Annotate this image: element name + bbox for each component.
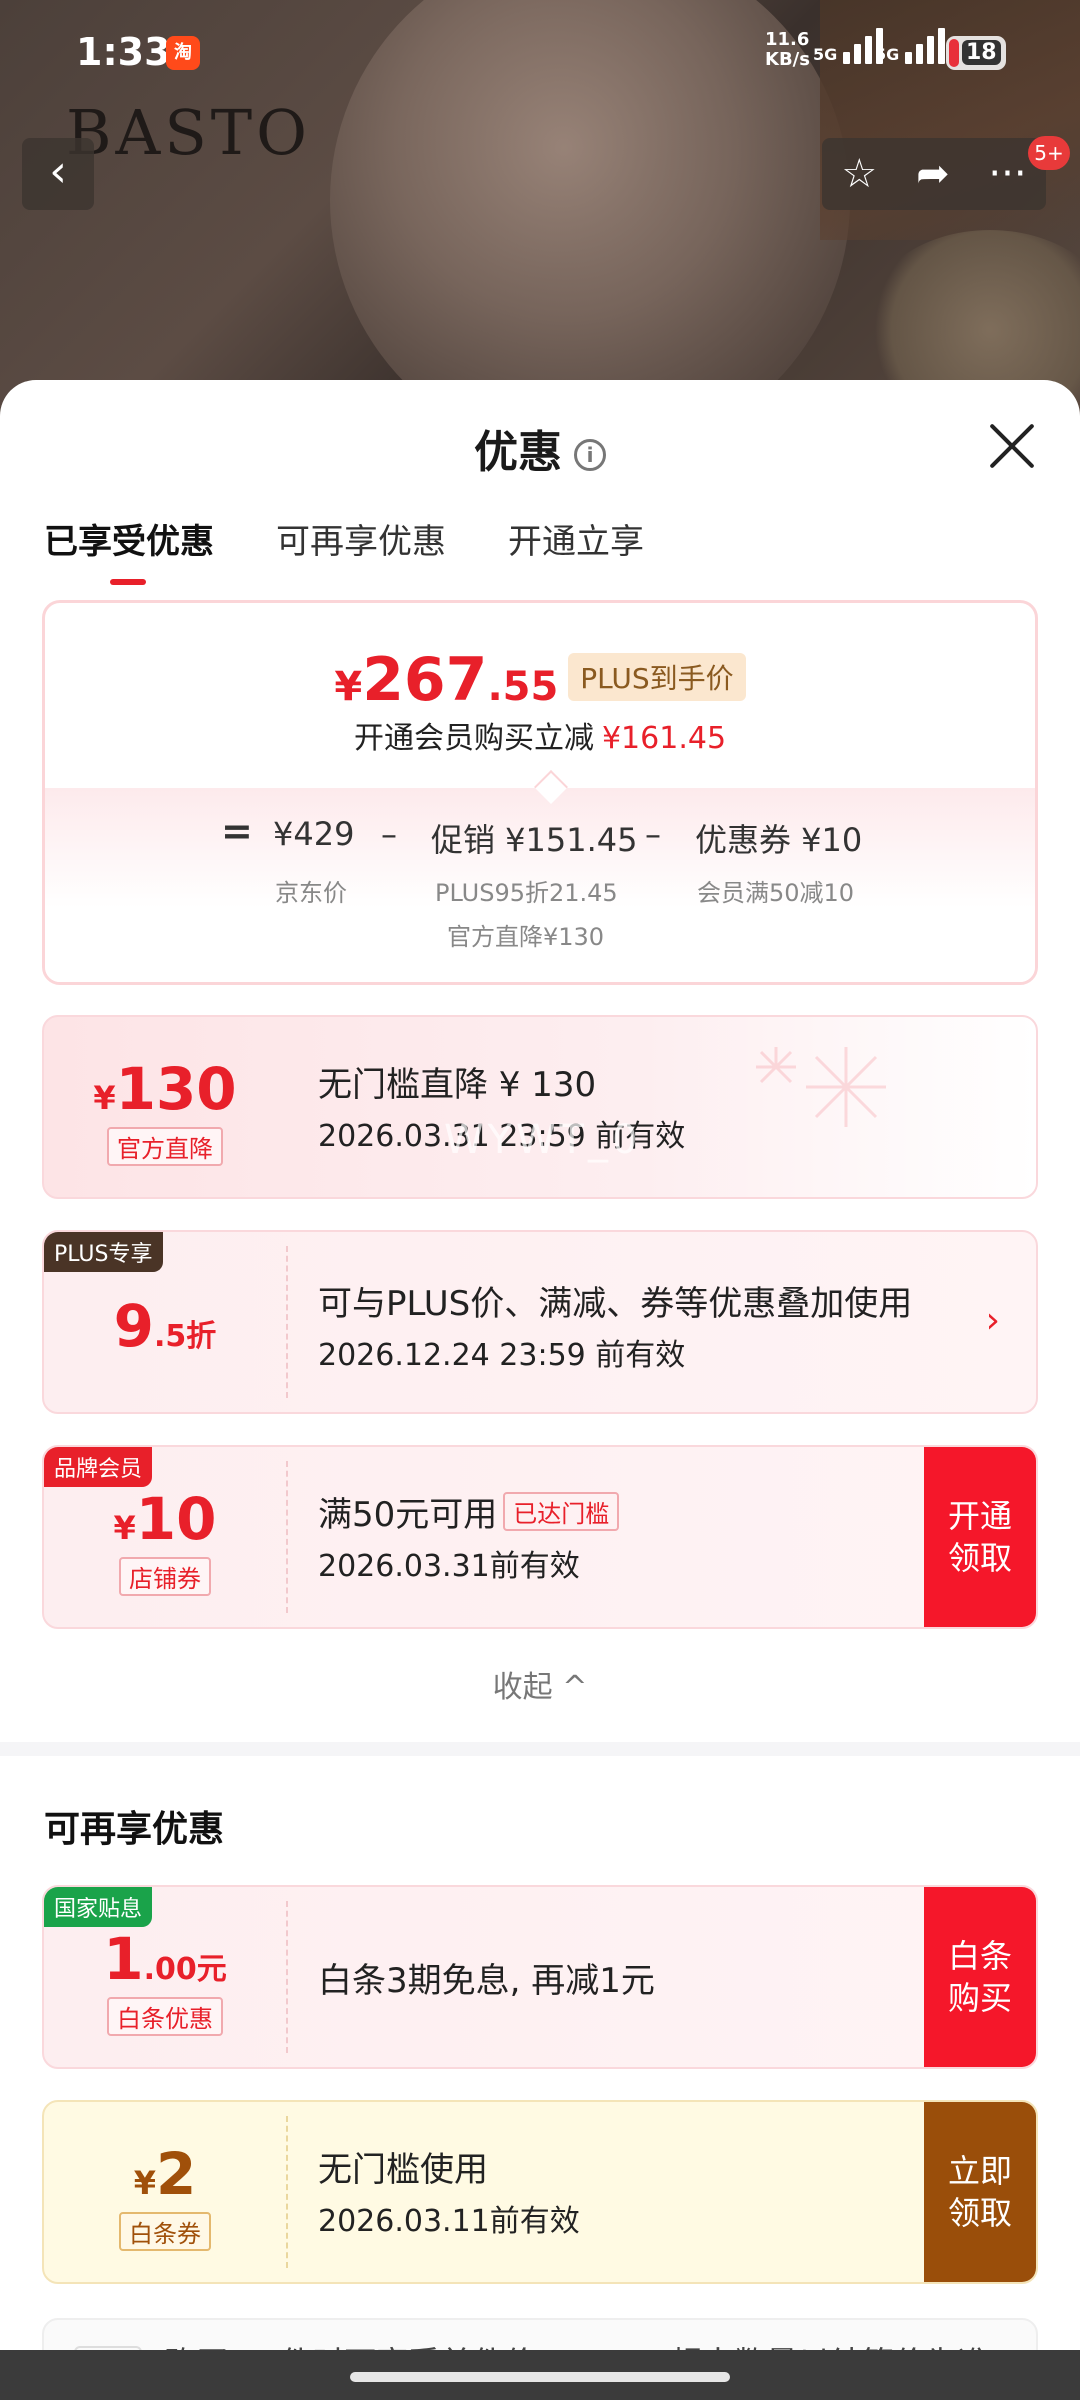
coupon-value: ¥130 官方直降	[44, 1017, 286, 1197]
coupon-title: 可与PLUS价、满减、券等优惠叠加使用	[318, 1284, 913, 1324]
coupon-type-tag: 官方直降	[107, 1127, 223, 1166]
minus-sign: –	[381, 815, 397, 853]
tab-enjoyed[interactable]: 已享受优惠	[44, 514, 214, 585]
info-icon[interactable]: i	[574, 439, 606, 471]
coupon-expiry: 2026.03.31前有效	[318, 1549, 580, 1584]
collapse-button[interactable]: 收起 ^	[0, 1662, 1080, 1706]
battery-level: 18	[962, 40, 1001, 65]
coupon-value: 9.5折	[44, 1232, 286, 1412]
more-icon[interactable]: ···	[988, 154, 1026, 194]
chevron-right-icon: ›	[985, 1300, 1000, 1341]
star-icon[interactable]: ☆	[841, 154, 877, 194]
price-summary-card: ¥267.55 PLUS到手价 开通会员购买立减 ¥161.45 = ¥429 京东…	[42, 600, 1038, 985]
coupon-title: 无门槛直降 ¥ 130	[318, 1065, 597, 1105]
sheet-title: 优惠	[474, 427, 562, 478]
promo-official-cut: 官方直降¥130	[447, 923, 605, 951]
store-coupon-card: 品牌会员 ¥10 店铺券 满50元可用 已达门槛 2026.03.31前有效 开通…	[42, 1445, 1038, 1629]
network-speed-unit: KB/s	[765, 49, 810, 70]
coupon-type-tag: 店铺券	[119, 1557, 211, 1596]
savings-amount: ¥161.45	[601, 721, 727, 756]
tab-more-available[interactable]: 可再享优惠	[276, 514, 446, 563]
watermark-text: WYWT_0	[444, 1117, 642, 1163]
discount-sheet: 优惠 i 已享受优惠 可再享优惠 开通立享 ¥267.55 PLUS到手价 开通会员…	[0, 380, 1080, 2400]
coupon-title: 满50元可用 已达门槛	[318, 1487, 620, 1536]
plus-price-badge: PLUS到手价	[568, 653, 746, 701]
coupon-divider	[286, 1246, 288, 1398]
coupon-amount: 1.00元	[103, 1925, 227, 1993]
taobao-app-icon: 淘	[166, 36, 200, 70]
coupon-expiry: 2026.03.11前有效	[318, 2204, 580, 2239]
sheet-header: 优惠 i	[0, 416, 1080, 480]
coupon-divider	[286, 2116, 288, 2268]
official-discount-card: ¥130 官方直降 无门槛直降 ¥ 130 2026.03.31 23:59 前…	[42, 1015, 1038, 1199]
signal-1: 5G	[813, 28, 883, 64]
signal-2-label: 5G	[875, 45, 900, 64]
coupon-value: 1.00元 白条优惠	[44, 1887, 286, 2067]
coupon-amount: ¥130	[93, 1055, 237, 1123]
minus-sign: –	[645, 815, 661, 853]
coupon-type-tag: 白条优惠	[107, 1997, 223, 2036]
network-speed-value: 11.6	[765, 29, 810, 50]
product-actions: ☆ ➦ ···	[822, 138, 1046, 210]
close-button[interactable]	[986, 420, 1036, 470]
baitiao-buy-button[interactable]: 白条 购买	[924, 1887, 1036, 2067]
discount-tabs: 已享受优惠 可再享优惠 开通立享	[44, 514, 644, 585]
membership-savings: 开通会员购买立减 ¥161.45	[45, 713, 1035, 757]
coupon-amount: 优惠券 ¥10	[695, 821, 863, 859]
share-icon[interactable]: ➦	[916, 154, 950, 194]
plus-exclusive-card[interactable]: PLUS专享 9.5折 可与PLUS价、满减、券等优惠叠加使用 2026.12.…	[42, 1230, 1038, 1414]
signal-2: 5G	[875, 28, 945, 64]
promo-plus-discount: PLUS95折21.45	[435, 879, 618, 907]
home-indicator[interactable]	[350, 2372, 730, 2382]
signal-1-label: 5G	[813, 45, 838, 64]
coupon-expiry: 2026.12.24 23:59 前有效	[318, 1338, 686, 1373]
coupon-divider	[286, 1461, 288, 1613]
coupon-amount: ¥10	[113, 1485, 217, 1553]
status-time: 1:33	[76, 30, 171, 74]
battery-icon: 18	[946, 36, 1006, 70]
coupon-amount: ¥2	[133, 2140, 197, 2208]
plus-final-price: ¥267.55 PLUS到手价	[45, 645, 1035, 715]
jd-price-label: 京东价	[275, 879, 347, 907]
savings-label: 开通会员购买立减	[353, 721, 594, 756]
battery-fill	[949, 39, 959, 67]
price-decimal: .55	[487, 664, 559, 710]
notification-badge: 5+	[1028, 136, 1070, 170]
claim-now-button[interactable]: 立即 领取	[924, 2102, 1036, 2282]
baitiao-discount-card: 国家贴息 1.00元 白条优惠 白条3期免息, 再减1元 白条 购买	[42, 1885, 1038, 2069]
price-integer: 267	[362, 645, 488, 715]
section-divider	[0, 1742, 1080, 1756]
coupon-divider	[286, 1901, 288, 2053]
coupon-title: 白条3期免息, 再减1元	[318, 1961, 655, 2001]
fireworks-decoration	[756, 1047, 886, 1127]
back-button[interactable]: ‹	[22, 138, 94, 210]
baitiao-coupon-card: ¥2 白条券 无门槛使用 2026.03.11前有效 立即 领取	[42, 2100, 1038, 2284]
open-and-claim-button[interactable]: 开通 领取	[924, 1447, 1036, 1627]
signal-bars-icon	[904, 28, 945, 64]
coupon-type-tag: 白条券	[119, 2212, 211, 2251]
discount-rate: 9.5折	[113, 1292, 217, 1360]
threshold-reached-badge: 已达门槛	[503, 1492, 620, 1531]
tab-open-membership[interactable]: 开通立享	[508, 514, 644, 563]
network-speed: 11.6 KB/s	[765, 30, 810, 70]
chevron-left-icon: ‹	[49, 146, 67, 197]
coupon-value: ¥2 白条券	[44, 2102, 286, 2282]
coupon-condition: 会员满50减10	[697, 879, 855, 907]
coupon-title: 无门槛使用	[318, 2150, 488, 2190]
coupon-value: ¥10 店铺券	[44, 1447, 286, 1627]
promo-amount: 促销 ¥151.45	[431, 821, 638, 859]
jd-price: ¥429	[273, 815, 355, 853]
price-currency: ¥	[334, 664, 363, 710]
equals-sign: =	[221, 809, 253, 853]
status-bar: 1:33 淘 11.6 KB/s 5G 5G 18	[0, 0, 1080, 110]
more-discounts-title: 可再享优惠	[44, 1809, 225, 1850]
